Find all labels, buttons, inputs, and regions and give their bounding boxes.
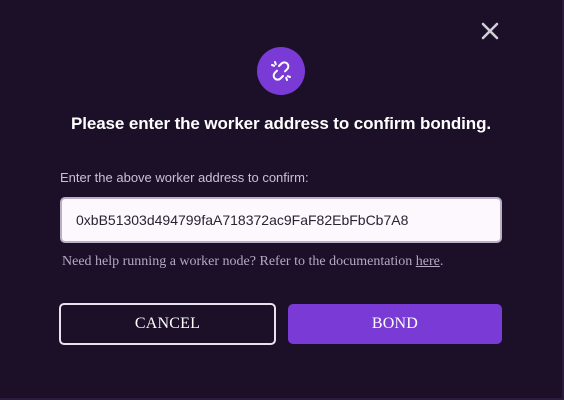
header-icon-badge	[257, 47, 305, 95]
dialog-title: Please enter the worker address to confi…	[70, 114, 491, 133]
help-text: Need help running a worker node? Refer t…	[62, 254, 532, 270]
bond-button[interactable]: BOND	[288, 304, 502, 344]
worker-address-input[interactable]: 0xbB51303d494799faA718372ac9FaF82EbFbCb7…	[60, 197, 502, 243]
documentation-link[interactable]: here	[416, 254, 440, 269]
cancel-button[interactable]: CANCEL	[59, 303, 276, 345]
close-icon	[481, 22, 499, 40]
help-text-suffix: .	[439, 254, 444, 269]
bond-confirm-dialog: Please enter the worker address to confi…	[0, 0, 564, 400]
close-button[interactable]	[478, 19, 502, 43]
unlink-icon	[271, 61, 291, 81]
address-field-label: Enter the above worker address to confir…	[60, 170, 309, 185]
help-text-body: Need help running a worker node? Refer t…	[62, 254, 416, 269]
